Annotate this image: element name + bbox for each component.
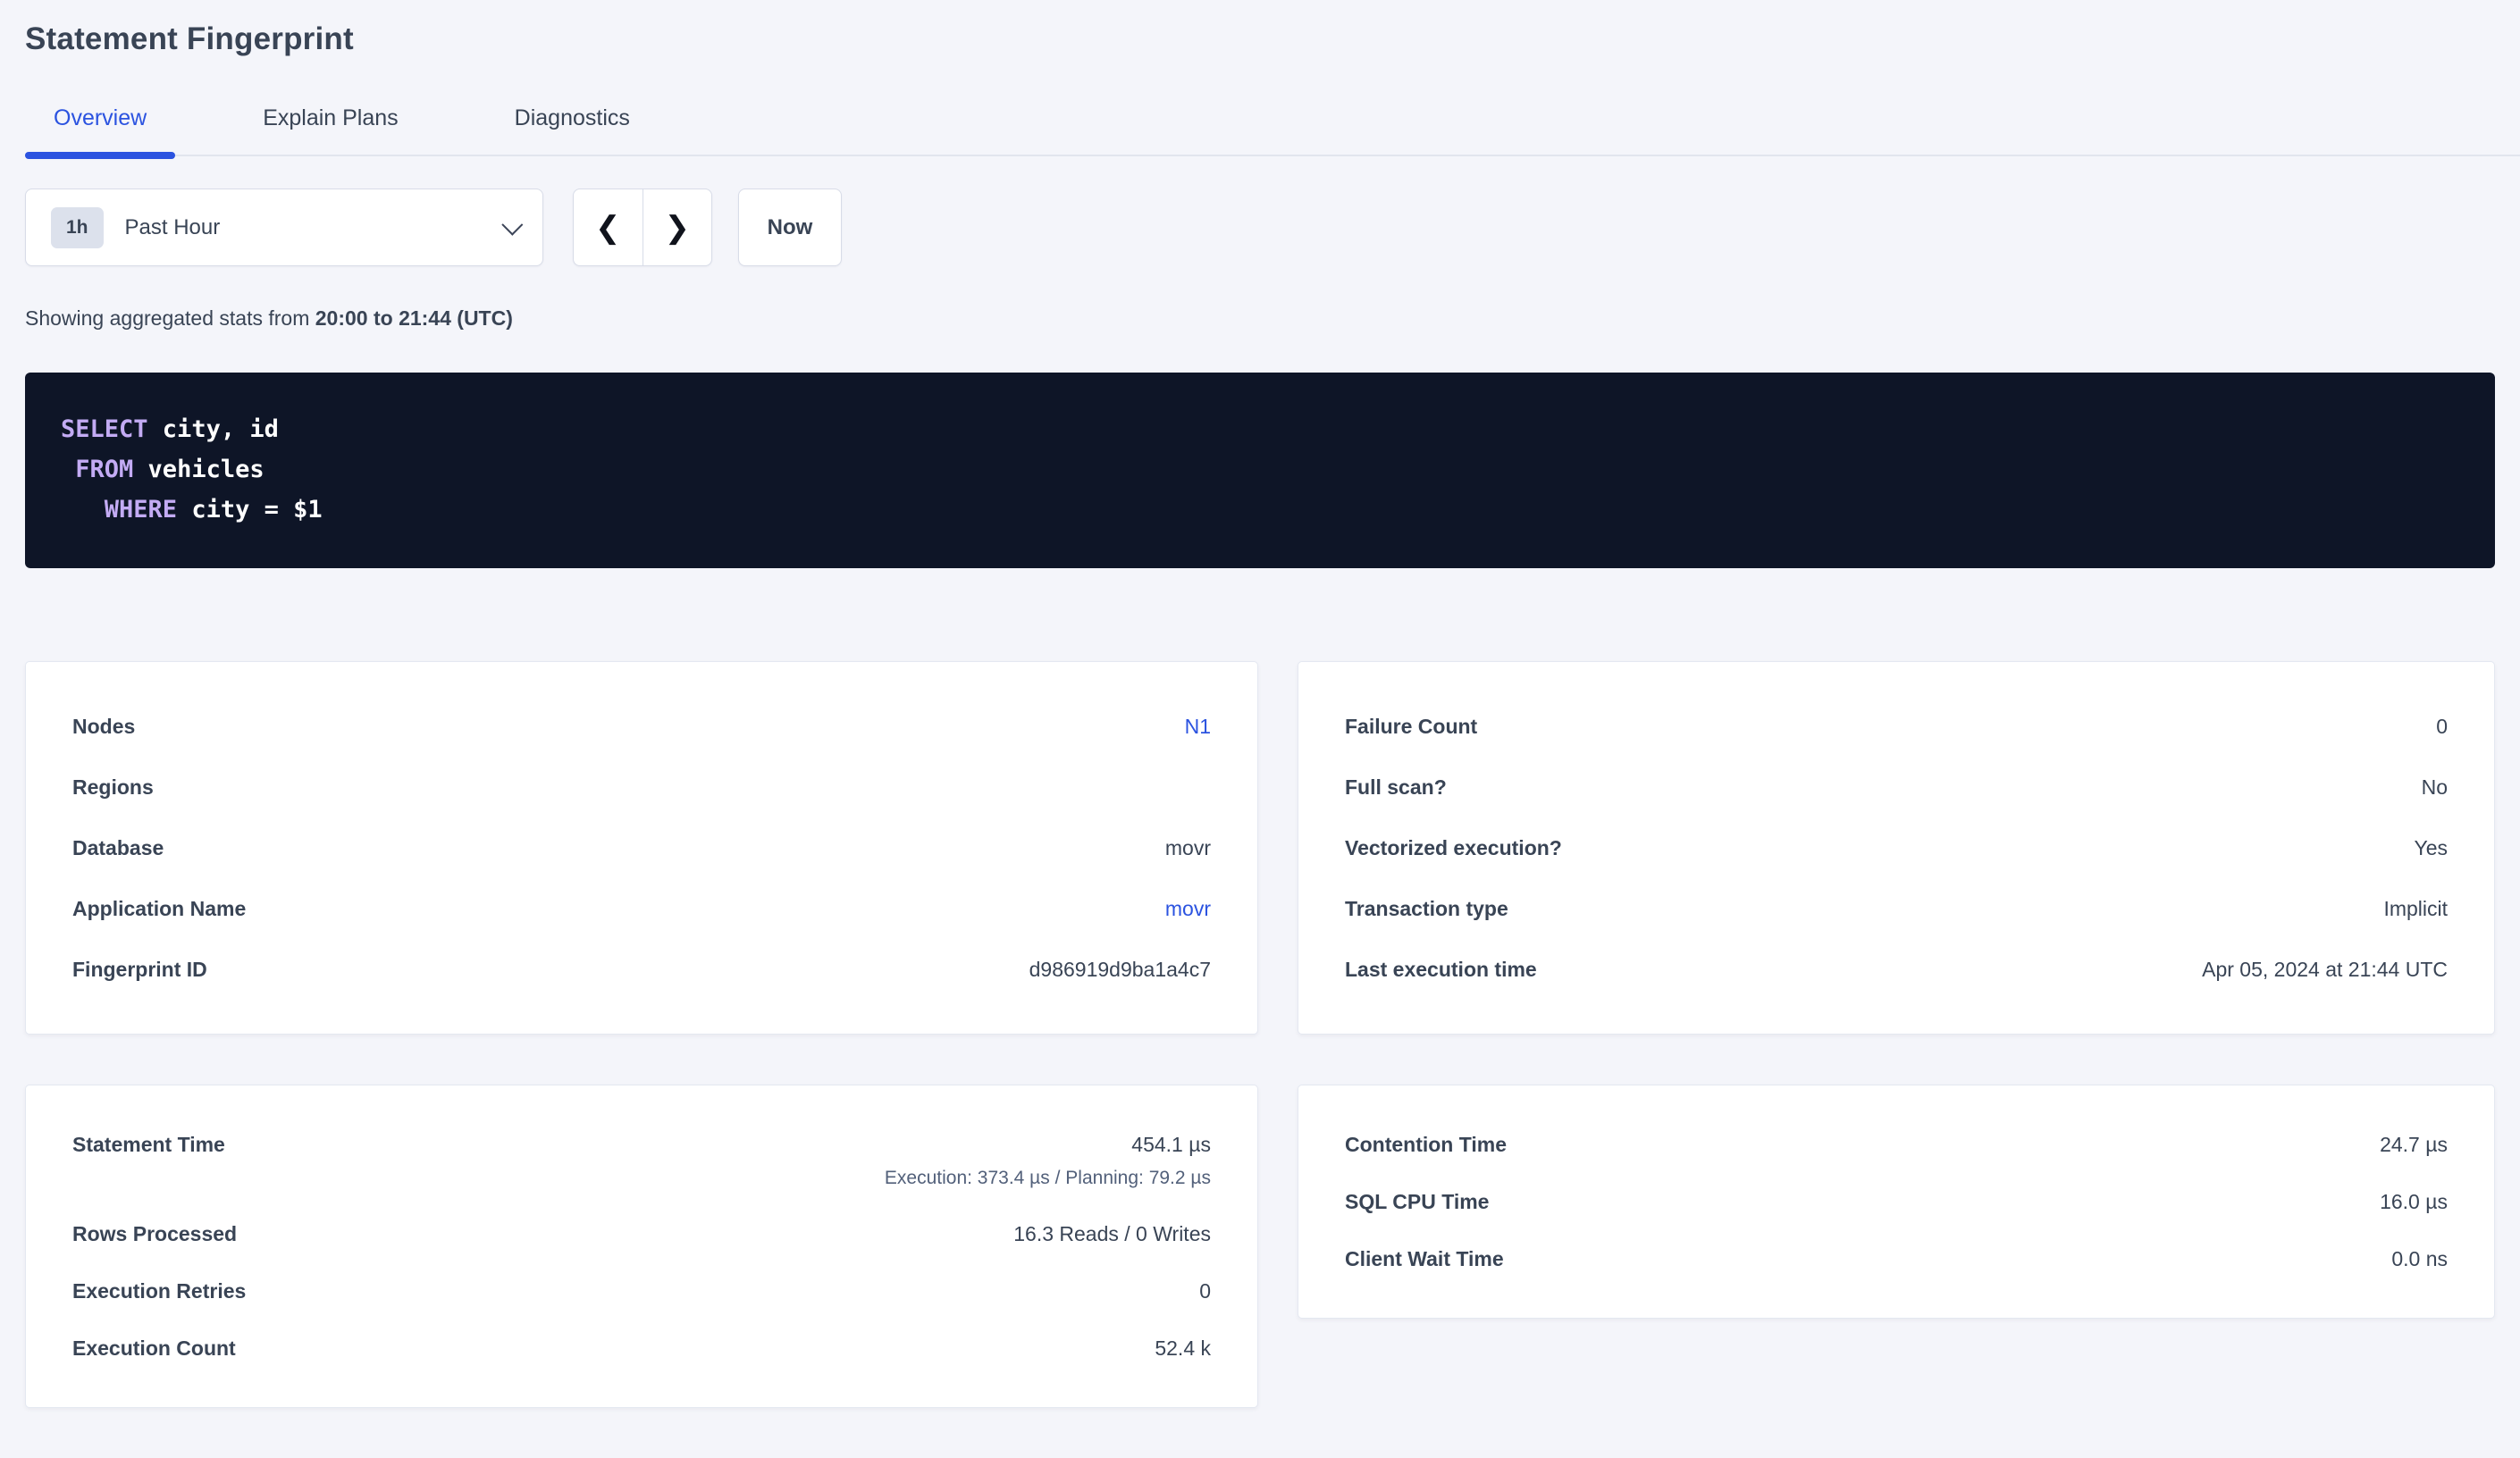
row-last-execution-time: Last execution time Apr 05, 2024 at 21:4… bbox=[1345, 939, 2448, 1000]
row-execution-count: Execution Count 52.4 k bbox=[72, 1320, 1211, 1377]
nodes-link[interactable]: N1 bbox=[1185, 714, 1211, 739]
row-application-name: Application Name movr bbox=[72, 878, 1211, 939]
chevron-down-icon bbox=[501, 214, 523, 236]
sql-line: SELECT city, id bbox=[61, 409, 2459, 449]
tab-bar: Overview Explain Plans Diagnostics bbox=[25, 105, 2520, 156]
details-card: Nodes N1 Regions Database movr Applicati… bbox=[25, 661, 1258, 1035]
row-full-scan: Full scan? No bbox=[1345, 757, 2448, 817]
tab-overview[interactable]: Overview bbox=[25, 105, 175, 155]
time-picker-row: 1h Past Hour ❮ ❯ Now bbox=[25, 189, 2495, 266]
row-vectorized-execution: Vectorized execution? Yes bbox=[1345, 817, 2448, 878]
stats-line-prefix: Showing aggregated stats from bbox=[25, 306, 315, 330]
now-button[interactable]: Now bbox=[738, 189, 842, 266]
next-interval-button[interactable]: ❯ bbox=[643, 189, 712, 265]
time-range-label: Past Hour bbox=[125, 215, 221, 240]
sql-statement-box: SELECT city, id FROM vehicles WHERE city… bbox=[25, 373, 2495, 568]
row-rows-processed: Rows Processed 16.3 Reads / 0 Writes bbox=[72, 1205, 1211, 1262]
row-contention-time: Contention Time 24.7 µs bbox=[1345, 1116, 2448, 1173]
row-client-wait-time: Client Wait Time 0.0 ns bbox=[1345, 1230, 2448, 1287]
row-nodes: Nodes N1 bbox=[72, 696, 1211, 757]
summary-cards: Nodes N1 Regions Database movr Applicati… bbox=[25, 661, 2495, 1408]
aggregated-stats-line: Showing aggregated stats from 20:00 to 2… bbox=[25, 306, 2495, 331]
row-regions: Regions bbox=[72, 757, 1211, 817]
tab-diagnostics[interactable]: Diagnostics bbox=[486, 105, 659, 155]
row-sql-cpu-time: SQL CPU Time 16.0 µs bbox=[1345, 1173, 2448, 1230]
row-failure-count: Failure Count 0 bbox=[1345, 696, 2448, 757]
sql-line: FROM vehicles bbox=[61, 449, 2459, 490]
row-execution-retries: Execution Retries 0 bbox=[72, 1262, 1211, 1320]
row-fingerprint-id: Fingerprint ID d986919d9ba1a4c7 bbox=[72, 939, 1211, 1000]
application-name-link[interactable]: movr bbox=[1165, 896, 1211, 921]
statement-fingerprint-page: Statement Fingerprint Overview Explain P… bbox=[0, 20, 2520, 1408]
row-transaction-type: Transaction type Implicit bbox=[1345, 878, 2448, 939]
interval-badge: 1h bbox=[51, 207, 104, 248]
time-range-dropdown[interactable]: 1h Past Hour bbox=[25, 189, 543, 266]
timing-card: Statement Time 454.1 µs Execution: 373.4… bbox=[25, 1085, 1258, 1408]
page-title: Statement Fingerprint bbox=[25, 20, 2495, 59]
statement-time-value: 454.1 µs bbox=[1131, 1133, 1211, 1156]
stats-line-range: 20:00 to 21:44 (UTC) bbox=[315, 306, 513, 330]
execution-attributes-card: Failure Count 0 Full scan? No Vectorized… bbox=[1298, 661, 2495, 1035]
row-database: Database movr bbox=[72, 817, 1211, 878]
statement-time-breakdown: Execution: 373.4 µs / Planning: 79.2 µs bbox=[885, 1168, 1211, 1189]
tab-explain-plans[interactable]: Explain Plans bbox=[234, 105, 426, 155]
chevron-left-icon: ❮ bbox=[595, 213, 621, 243]
row-statement-time: Statement Time 454.1 µs Execution: 373.4… bbox=[72, 1116, 1211, 1205]
wait-times-card: Contention Time 24.7 µs SQL CPU Time 16.… bbox=[1298, 1085, 2495, 1319]
time-pager: ❮ ❯ bbox=[573, 189, 712, 266]
sql-line: WHERE city = $1 bbox=[61, 490, 2459, 530]
chevron-right-icon: ❯ bbox=[665, 213, 691, 243]
previous-interval-button[interactable]: ❮ bbox=[574, 189, 643, 265]
